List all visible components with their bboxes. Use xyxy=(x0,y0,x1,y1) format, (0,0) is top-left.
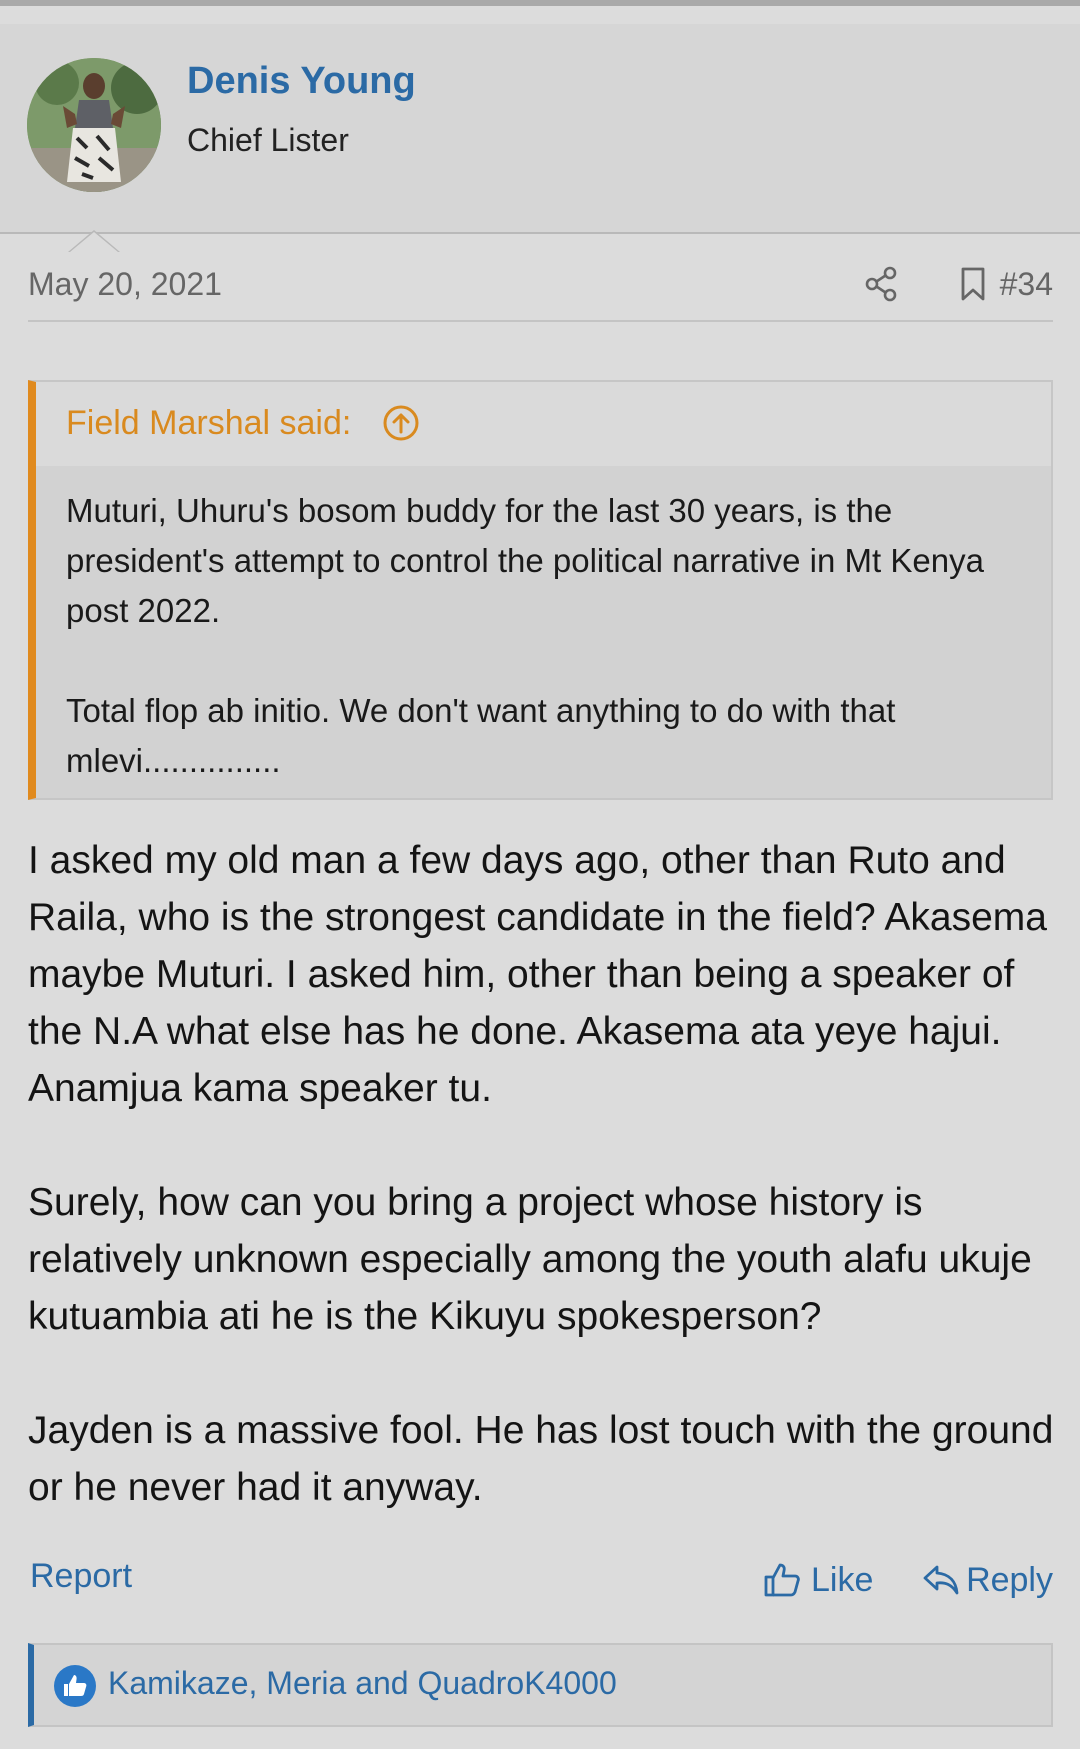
quote-paragraph: Total flop ab initio. We don't want anyt… xyxy=(66,692,896,779)
reaction-like-badge xyxy=(54,1665,96,1707)
post-paragraph: I asked my old man a few days ago, other… xyxy=(28,839,1047,1110)
post-user-header: Denis Young Chief Lister xyxy=(0,6,1080,252)
report-link[interactable]: Report xyxy=(30,1557,132,1596)
quote-content: Muturi, Uhuru's bosom buddy for the last… xyxy=(36,466,1051,786)
post-paragraph: Jayden is a massive fool. He has lost to… xyxy=(28,1409,1054,1509)
quote-header: Field Marshal said: xyxy=(36,382,1051,466)
user-avatar[interactable] xyxy=(27,58,161,192)
reply-label: Reply xyxy=(966,1560,1053,1599)
avatar-photo-icon xyxy=(27,58,161,192)
thumbs-up-icon xyxy=(64,1675,87,1696)
reply-arrow-icon xyxy=(923,1565,959,1595)
quote-author[interactable]: Field Marshal said: xyxy=(66,404,351,443)
like-button[interactable]: Like xyxy=(763,1555,873,1605)
reactions-bar: Kamikaze, Meria and QuadroK4000 xyxy=(28,1643,1053,1727)
post-date[interactable]: May 20, 2021 xyxy=(28,266,222,303)
share-icon[interactable] xyxy=(864,266,898,302)
author-name[interactable]: Denis Young xyxy=(187,60,416,103)
quote-block: Field Marshal said: Muturi, Uhuru's boso… xyxy=(28,380,1053,800)
post-actions: Report Like Reply xyxy=(28,1555,1053,1605)
post-body: I asked my old man a few days ago, other… xyxy=(28,832,1058,1516)
post-meta-row: May 20, 2021 #34 xyxy=(28,262,1053,322)
header-pointer xyxy=(68,230,120,252)
thumbs-up-outline-icon xyxy=(764,1563,800,1597)
reaction-users-link[interactable]: Kamikaze, Meria and QuadroK4000 xyxy=(108,1665,617,1702)
post-paragraph: Surely, how can you bring a project whos… xyxy=(28,1181,1032,1338)
author-title: Chief Lister xyxy=(187,122,349,158)
reply-button[interactable]: Reply xyxy=(922,1555,1053,1605)
post-number[interactable]: #34 xyxy=(1000,266,1053,303)
arrow-up-circle-icon[interactable] xyxy=(382,404,420,442)
like-label: Like xyxy=(811,1560,874,1599)
bookmark-icon[interactable] xyxy=(958,266,988,302)
quote-paragraph: Muturi, Uhuru's bosom buddy for the last… xyxy=(66,492,984,629)
